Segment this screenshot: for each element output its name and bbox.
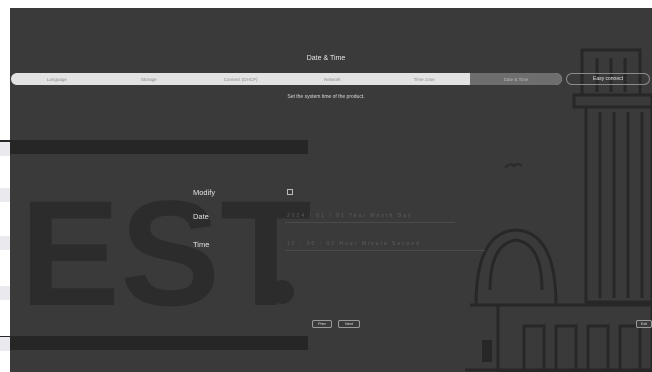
time-field[interactable]: 12 : 00 : 00 Hour Minute Second — [287, 241, 421, 247]
date-field[interactable]: 2024 / 01 / 01 Year Month Day — [287, 213, 413, 219]
svg-text:EST: EST — [20, 169, 312, 337]
step-network: Network — [324, 76, 341, 82]
modify-label: Modify — [193, 188, 216, 197]
step-date-time: Date & Time — [470, 73, 562, 85]
step-connect: Connect (DHCP) — [223, 76, 258, 82]
setup-wizard: EST Date & Time Language Storage Connect… — [0, 0, 652, 372]
easy-connect-button[interactable]: Easy connect — [566, 73, 650, 85]
modify-checkbox[interactable] — [287, 189, 293, 195]
date-label: Date — [193, 212, 209, 221]
step-time-zone: Time zone — [413, 76, 435, 82]
prev-button[interactable]: Prev — [312, 320, 332, 328]
step-storage: Storage — [140, 76, 157, 82]
setup-progress-bar: Language Storage Connect (DHCP) Network … — [11, 73, 562, 85]
step-language: Language — [46, 76, 67, 82]
page-title: Date & Time — [306, 55, 346, 62]
next-button[interactable]: Next — [338, 320, 360, 328]
exit-button[interactable]: Exit — [636, 320, 652, 328]
date-field-underline — [285, 222, 455, 223]
time-field-underline — [285, 250, 485, 251]
time-label: Time — [193, 240, 210, 249]
page-subtitle: Set the system time of the product. — [287, 94, 365, 100]
